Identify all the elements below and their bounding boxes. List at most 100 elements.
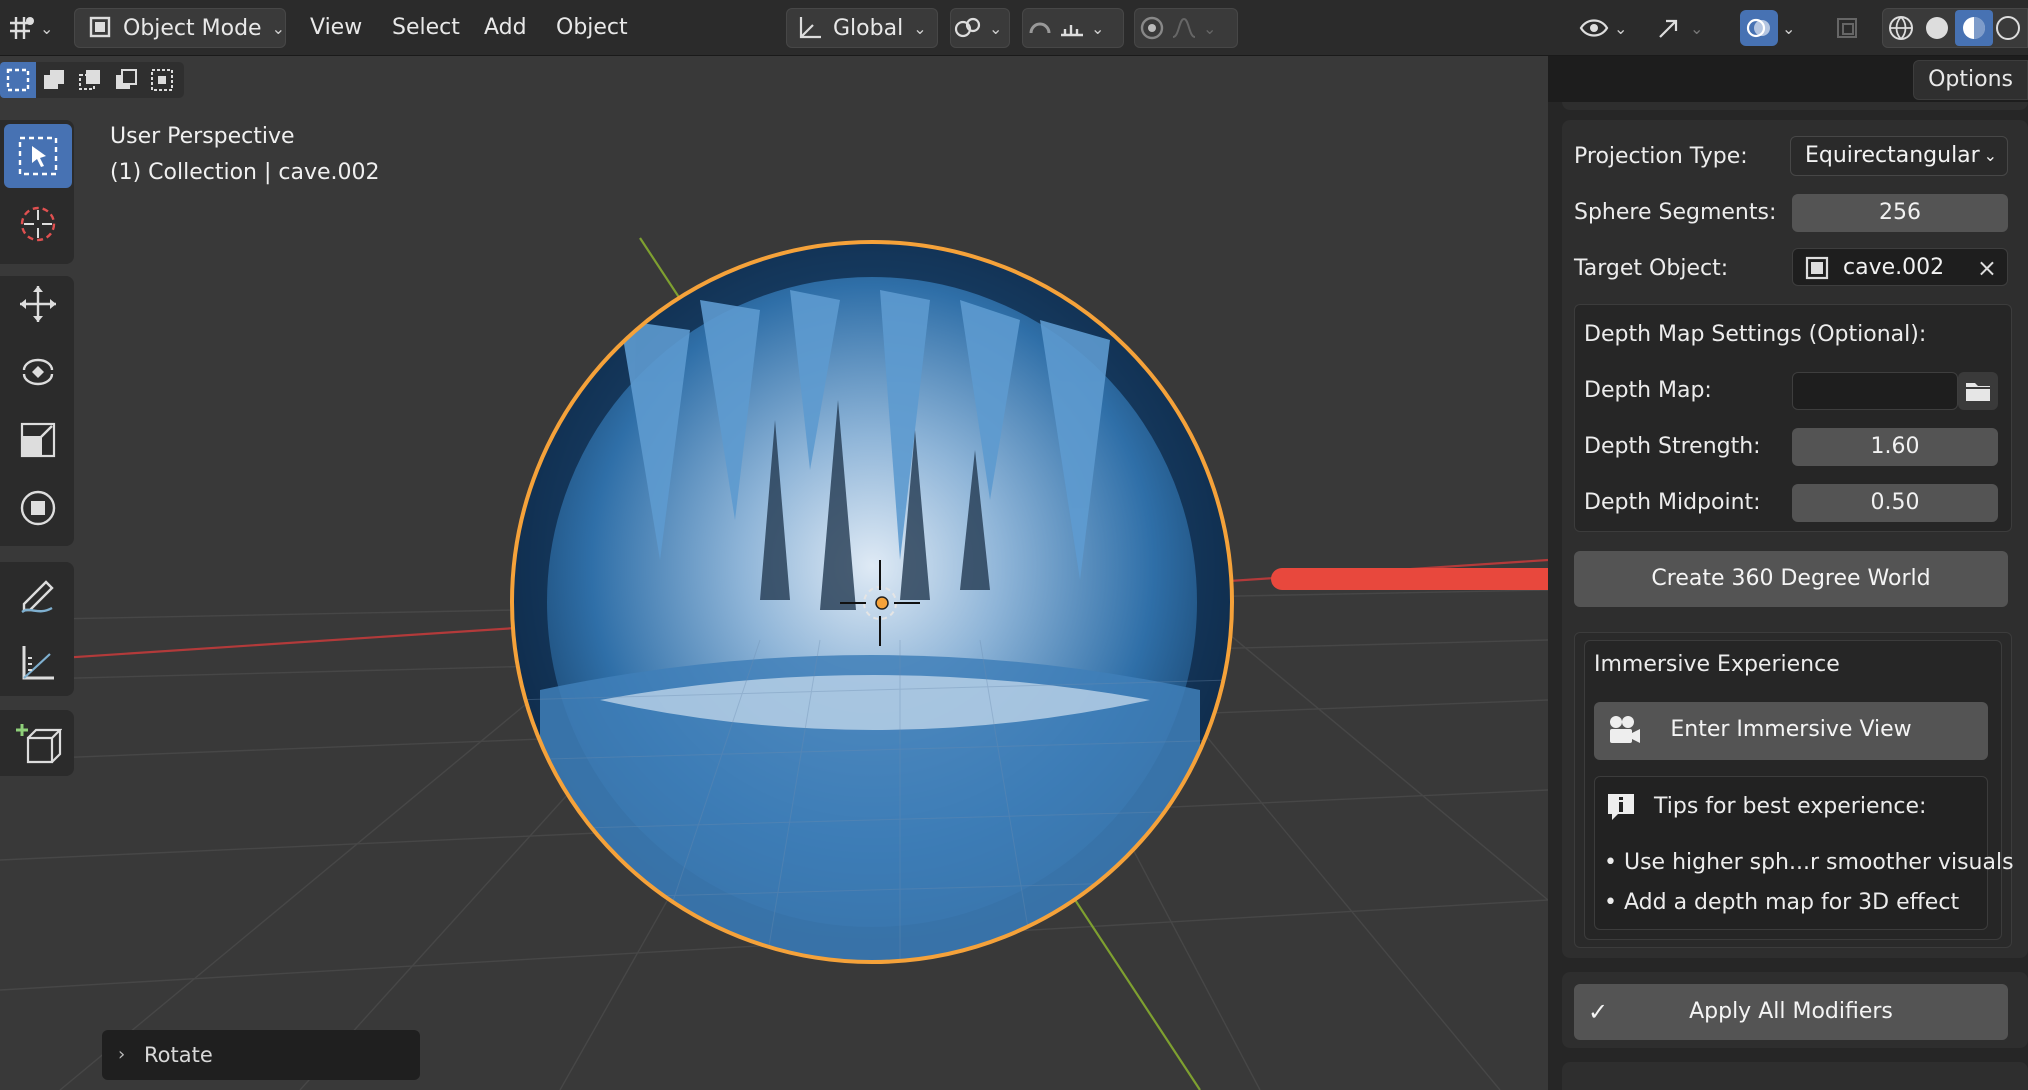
chevron-down-icon: ⌄	[271, 18, 285, 38]
create-360-world-button[interactable]: Create 360 Degree World	[1574, 551, 2008, 607]
xray-toggle[interactable]	[1832, 8, 1874, 48]
3d-viewport[interactable]: User Perspective (1) Collection | cave.0…	[0, 56, 1548, 1090]
chevron-down-icon: ⌄	[40, 18, 54, 38]
apply-all-modifiers-button[interactable]: ✓ Apply All Modifiers	[1574, 984, 2008, 1040]
object-mode-icon	[89, 16, 111, 38]
immersive-title: Immersive Experience	[1594, 652, 1840, 677]
chevron-down-icon: ⌄	[1782, 18, 1796, 38]
depth-map-label: Depth Map:	[1584, 378, 1712, 403]
annotation-arrow	[1271, 568, 1548, 590]
target-object-field[interactable]: cave.002 ×	[1792, 248, 2008, 286]
menu-select[interactable]: Select	[378, 8, 474, 48]
sphere-object[interactable]	[512, 242, 1232, 980]
select-new-mode-icon[interactable]	[0, 62, 36, 98]
pivot-link-icon	[954, 17, 981, 38]
rendered-shading-icon[interactable]	[1993, 14, 2023, 42]
enter-immersive-view-button[interactable]: Enter Immersive View	[1594, 702, 1988, 760]
next-panel-header	[1562, 1062, 2028, 1090]
proportional-edit-icon	[1140, 16, 1164, 40]
transform-tool[interactable]	[4, 476, 72, 540]
select-invert-mode-icon[interactable]	[108, 62, 144, 98]
selection-mode-group	[0, 62, 184, 98]
snap-increment-icon	[1061, 25, 1083, 37]
orientation-axes-icon	[799, 17, 821, 39]
depth-strength-field[interactable]: 1.60	[1792, 428, 1998, 466]
options-button[interactable]: Options	[1913, 60, 2028, 100]
gizmo-icon	[1659, 19, 1678, 38]
transform-orientation-selector[interactable]: Global ⌄	[786, 8, 938, 48]
add-cube-tool[interactable]	[4, 712, 72, 776]
menu-view[interactable]: View	[296, 8, 376, 48]
rotate-tool[interactable]	[4, 340, 72, 404]
chevron-down-icon: ⌄	[1091, 18, 1105, 38]
collection-info-label: (1) Collection | cave.002	[110, 160, 380, 185]
overlays-toggle[interactable]: ⌄	[1740, 8, 1806, 48]
ruler-icon	[22, 646, 54, 680]
falloff-curve-icon	[1172, 17, 1196, 38]
tip-item: • Add a depth map for 3D effect	[1604, 890, 1960, 915]
target-object-label: Target Object:	[1574, 256, 1729, 281]
chevron-right-icon: ›	[118, 1044, 126, 1065]
depth-map-path-field[interactable]	[1792, 372, 1958, 410]
scale-icon	[20, 422, 56, 458]
orientation-label: Global	[833, 15, 904, 41]
projection-type-dropdown[interactable]: Equirectangular ⌄	[1790, 136, 2008, 176]
chevron-down-icon: ⌄	[1203, 18, 1217, 38]
editor-type-selector[interactable]: ⌄	[6, 8, 58, 48]
object-icon	[1805, 256, 1829, 280]
object-visibility-selector[interactable]: ⌄	[1578, 8, 1634, 48]
cursor-crosshair-icon	[20, 206, 56, 242]
annotate-tool[interactable]	[4, 564, 72, 628]
menu-object[interactable]: Object	[542, 8, 642, 48]
measure-tool[interactable]	[4, 630, 72, 694]
panel-top-edge	[1562, 102, 2028, 110]
material-preview-shading-icon[interactable]	[1955, 10, 1993, 46]
apply-all-modifiers-label: Apply All Modifiers	[1689, 999, 1893, 1024]
last-operator-label: Rotate	[144, 1043, 213, 1067]
eye-icon	[1579, 19, 1609, 37]
object-origin	[875, 596, 889, 610]
camera-icon	[1610, 716, 1640, 743]
scale-tool[interactable]	[4, 408, 72, 472]
depth-section-title: Depth Map Settings (Optional):	[1584, 322, 1927, 347]
tip-item: • Use higher sph...r smoother visuals	[1604, 850, 2014, 875]
mode-selector[interactable]: Object Mode ⌄	[74, 8, 286, 48]
move-arrows-icon	[20, 286, 56, 322]
proportional-editing-controls[interactable]: ⌄	[1134, 8, 1238, 48]
gizmo-toggle[interactable]: ⌄	[1652, 8, 1718, 48]
cursor-tool[interactable]	[4, 192, 72, 256]
folder-icon	[1966, 383, 1990, 401]
last-operator-panel[interactable]: › Rotate	[102, 1030, 420, 1080]
clear-x-icon[interactable]: ×	[1977, 249, 1997, 287]
menu-add[interactable]: Add	[470, 8, 541, 48]
wireframe-shading-icon[interactable]	[1883, 14, 1919, 42]
depth-strength-label: Depth Strength:	[1584, 434, 1761, 459]
move-tool[interactable]	[4, 272, 72, 336]
browse-file-button[interactable]	[1958, 372, 1998, 410]
depth-midpoint-field[interactable]: 0.50	[1792, 484, 1998, 522]
projection-type-value: Equirectangular	[1805, 143, 1980, 168]
select-box-tool[interactable]	[4, 124, 72, 188]
sphere-segments-field[interactable]: 256	[1792, 194, 2008, 232]
magnet-icon	[1029, 22, 1051, 34]
solid-shading-icon[interactable]	[1919, 14, 1955, 42]
view-name-label: User Perspective	[110, 124, 295, 149]
xray-icon	[1837, 18, 1857, 38]
chevron-down-icon: ⌄	[913, 18, 927, 38]
pivot-point-selector[interactable]: ⌄	[950, 8, 1010, 48]
select-intersect-mode-icon[interactable]	[144, 62, 180, 98]
enter-immersive-label: Enter Immersive View	[1670, 717, 1912, 742]
chevron-down-icon: ⌄	[1614, 18, 1628, 38]
select-extend-mode-icon[interactable]	[36, 62, 72, 98]
chevron-down-icon: ⌄	[1690, 18, 1704, 38]
select-subtract-mode-icon[interactable]	[72, 62, 108, 98]
grid-editor-icon	[10, 17, 34, 39]
viewport-header: ⌄ Object Mode ⌄ View Select Add Object G…	[0, 0, 2028, 56]
viewport-scene[interactable]	[0, 56, 1548, 1090]
overlays-icon	[1740, 10, 1778, 46]
chevron-down-icon: ⌄	[989, 18, 1003, 38]
transform-icon	[20, 490, 56, 526]
mode-label: Object Mode	[123, 15, 262, 41]
snapping-controls[interactable]: ⌄	[1022, 8, 1124, 48]
target-object-value: cave.002	[1843, 255, 1945, 280]
